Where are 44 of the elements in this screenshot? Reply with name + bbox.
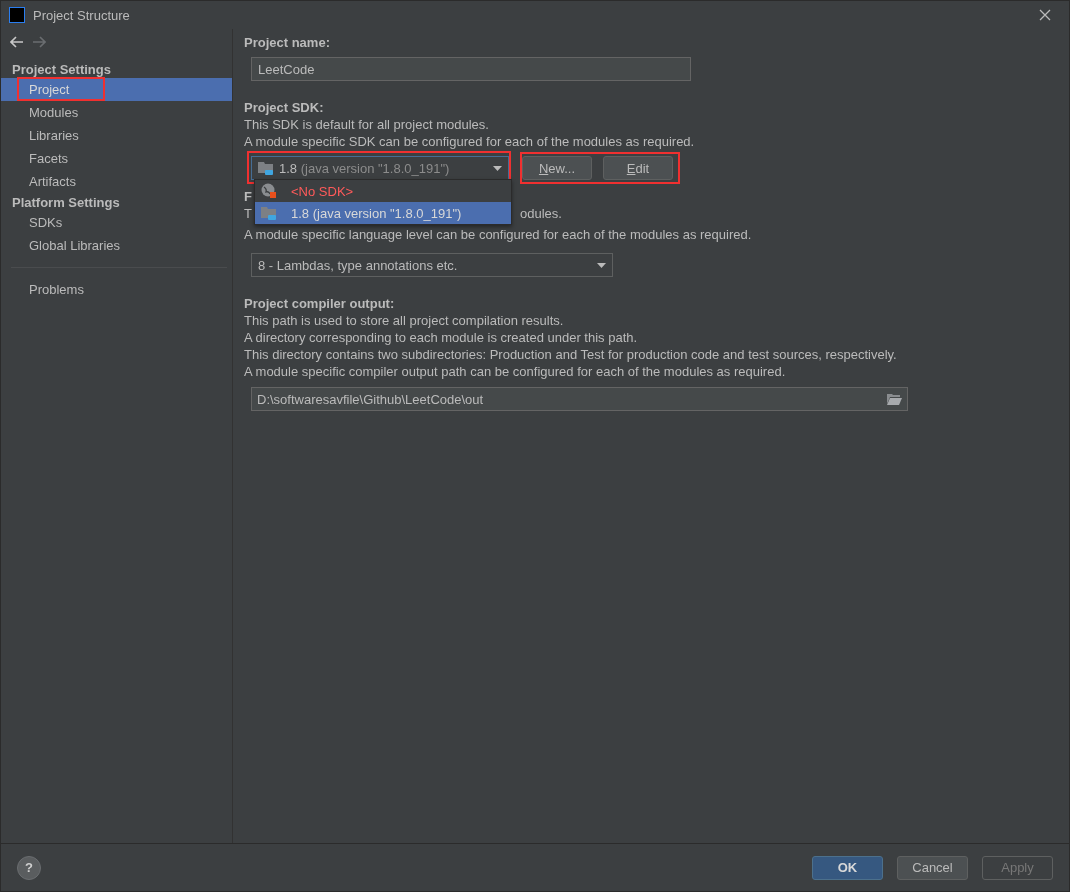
button[interactable]: Cancel xyxy=(897,855,968,880)
description-text: A directory corresponding to each module is created under this path. xyxy=(244,329,638,346)
dropdown-arrow-icon xyxy=(597,262,606,268)
dropdown-arrow-icon xyxy=(493,165,502,171)
field-label: Project name: xyxy=(244,34,330,51)
folder-icon xyxy=(258,161,274,175)
sidebar-item[interactable]: Facets xyxy=(1,147,232,170)
description-text: odules. xyxy=(519,205,562,222)
field-label: Project SDK: xyxy=(244,99,324,116)
sidebar-item[interactable]: Libraries xyxy=(1,124,232,147)
description-text: This path is used to store all project compilation results. xyxy=(244,312,564,329)
description-text: A module specific compiler output path can be configured for each of the modules as required. xyxy=(244,363,786,380)
description-text: This SDK is default for all project modules. xyxy=(244,116,489,133)
button[interactable]: Edit xyxy=(603,156,673,180)
text-field[interactable]: LeetCode xyxy=(251,57,691,81)
section-heading: Project Settings xyxy=(11,62,112,78)
sidebar-item[interactable]: Global Libraries xyxy=(1,234,232,257)
description-text: A module specific language level can be configured for each of the modules as required. xyxy=(244,226,752,243)
dropdown[interactable]: 1.8 (java version "1.8.0_191") xyxy=(251,156,509,180)
window-title: Project Structure xyxy=(33,7,130,23)
back-arrow-icon[interactable] xyxy=(10,36,24,48)
dropdown-option[interactable]: <No SDK> xyxy=(255,180,511,202)
sidebar-item[interactable]: Problems xyxy=(1,278,232,301)
sidebar-item[interactable]: Modules xyxy=(1,101,232,124)
description-text: A module specific SDK can be configured for each of the modules as required. xyxy=(244,133,695,150)
globe-icon xyxy=(261,183,277,199)
button[interactable]: OK xyxy=(812,855,883,880)
folder-icon[interactable] xyxy=(887,393,902,405)
description-text: This directory contains two subdirectories: Production and Test for production code and test sources, respectively. xyxy=(244,346,897,363)
path-field[interactable]: D:\softwaresavfile\Github\LeetCode\out xyxy=(251,387,908,411)
button[interactable]: New... xyxy=(522,156,592,180)
close-icon[interactable] xyxy=(1039,9,1051,21)
field-label: Project compiler output: xyxy=(244,295,395,312)
sidebar-item[interactable]: Artifacts xyxy=(1,170,232,193)
sidebar-item[interactable]: Project xyxy=(1,78,232,101)
sidebar-item[interactable]: SDKs xyxy=(1,211,232,234)
app-logo-icon xyxy=(9,7,25,23)
help-button[interactable]: ? xyxy=(17,855,41,880)
description-text: T xyxy=(244,205,252,222)
field-label: F xyxy=(244,188,252,205)
dropdown[interactable]: 8 - Lambdas, type annotations etc. xyxy=(251,253,613,277)
folder-icon xyxy=(261,206,277,220)
section-heading: Platform Settings xyxy=(11,195,121,211)
dropdown-option[interactable]: 1.8 (java version "1.8.0_191") xyxy=(255,202,511,224)
